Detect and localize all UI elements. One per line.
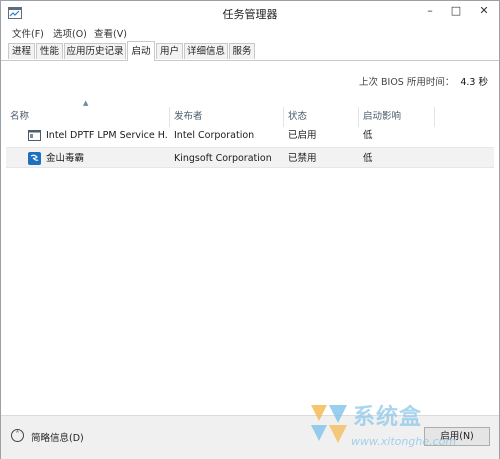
tab-app-history[interactable]: 应用历史记录 [64,43,126,59]
watermark-url: www.xitonghe.com [351,435,457,448]
kingsoft-antivirus-icon [28,152,41,165]
bios-time: 上次 BIOS 所用时间： 4.3 秒 [359,74,488,88]
column-header: 名称 发布者 状态 启动影响 [6,107,494,127]
row-status: 已启用 [288,130,317,141]
menu-options[interactable]: 选项(O) [53,26,87,40]
tab-services[interactable]: 服务 [229,43,255,59]
bios-time-value: 4.3 秒 [460,77,488,88]
column-name[interactable]: 名称 [6,107,170,127]
row-impact: 低 [363,153,373,164]
column-status[interactable]: 状态 [284,107,359,127]
table-row[interactable]: 金山毒霸 Kingsoft Corporation 已禁用 低 [6,147,494,168]
tab-startup[interactable]: 启动 [127,41,155,61]
tab-details[interactable]: 详细信息 [184,43,228,59]
row-name: Intel DPTF LPM Service H... [46,130,168,141]
column-publisher[interactable]: 发布者 [170,107,284,127]
row-impact: 低 [363,130,373,141]
watermark-logo-icon [311,405,347,443]
bios-time-label: 上次 BIOS 所用时间： [358,77,455,88]
task-manager-window: 任务管理器 – □ ✕ 文件(F) 选项(O) 查看(V) 进程 性能 应用历史… [0,0,500,459]
watermark: 系统盒 www.xitonghe.com [307,397,497,457]
row-publisher: Kingsoft Corporation [174,153,272,164]
tab-processes[interactable]: 进程 [8,43,35,59]
table-row[interactable]: Intel DPTF LPM Service H... Intel Corpor… [6,125,494,146]
tab-bar: 进程 性能 应用历史记录 启动 用户 详细信息 服务 [1,41,499,61]
sort-ascending-icon: ▲ [83,99,89,107]
row-status: 已禁用 [288,153,317,164]
maximize-button[interactable]: □ [443,1,469,21]
menu-view[interactable]: 查看(V) [94,26,127,40]
watermark-text: 系统盒 [353,405,423,430]
menu-bar: 文件(F) 选项(O) 查看(V) [1,25,499,41]
close-button[interactable]: ✕ [469,1,499,21]
row-publisher: Intel Corporation [174,130,255,141]
tab-users[interactable]: 用户 [156,43,183,59]
menu-file[interactable]: 文件(F) [12,26,44,40]
row-name: 金山毒霸 [46,153,85,164]
minimize-button[interactable]: – [417,1,443,21]
chevron-up-icon[interactable]: ˄ [11,429,24,442]
app-window-icon [28,130,41,141]
tab-performance[interactable]: 性能 [36,43,63,59]
fewer-details-link[interactable]: 简略信息(D) [31,430,84,444]
title-bar[interactable]: 任务管理器 – □ ✕ [1,1,499,25]
column-startup-impact[interactable]: 启动影响 [359,107,435,127]
startup-panel: 上次 BIOS 所用时间： 4.3 秒 ▲ 名称 发布者 状态 启动影响 Inte… [6,61,494,415]
